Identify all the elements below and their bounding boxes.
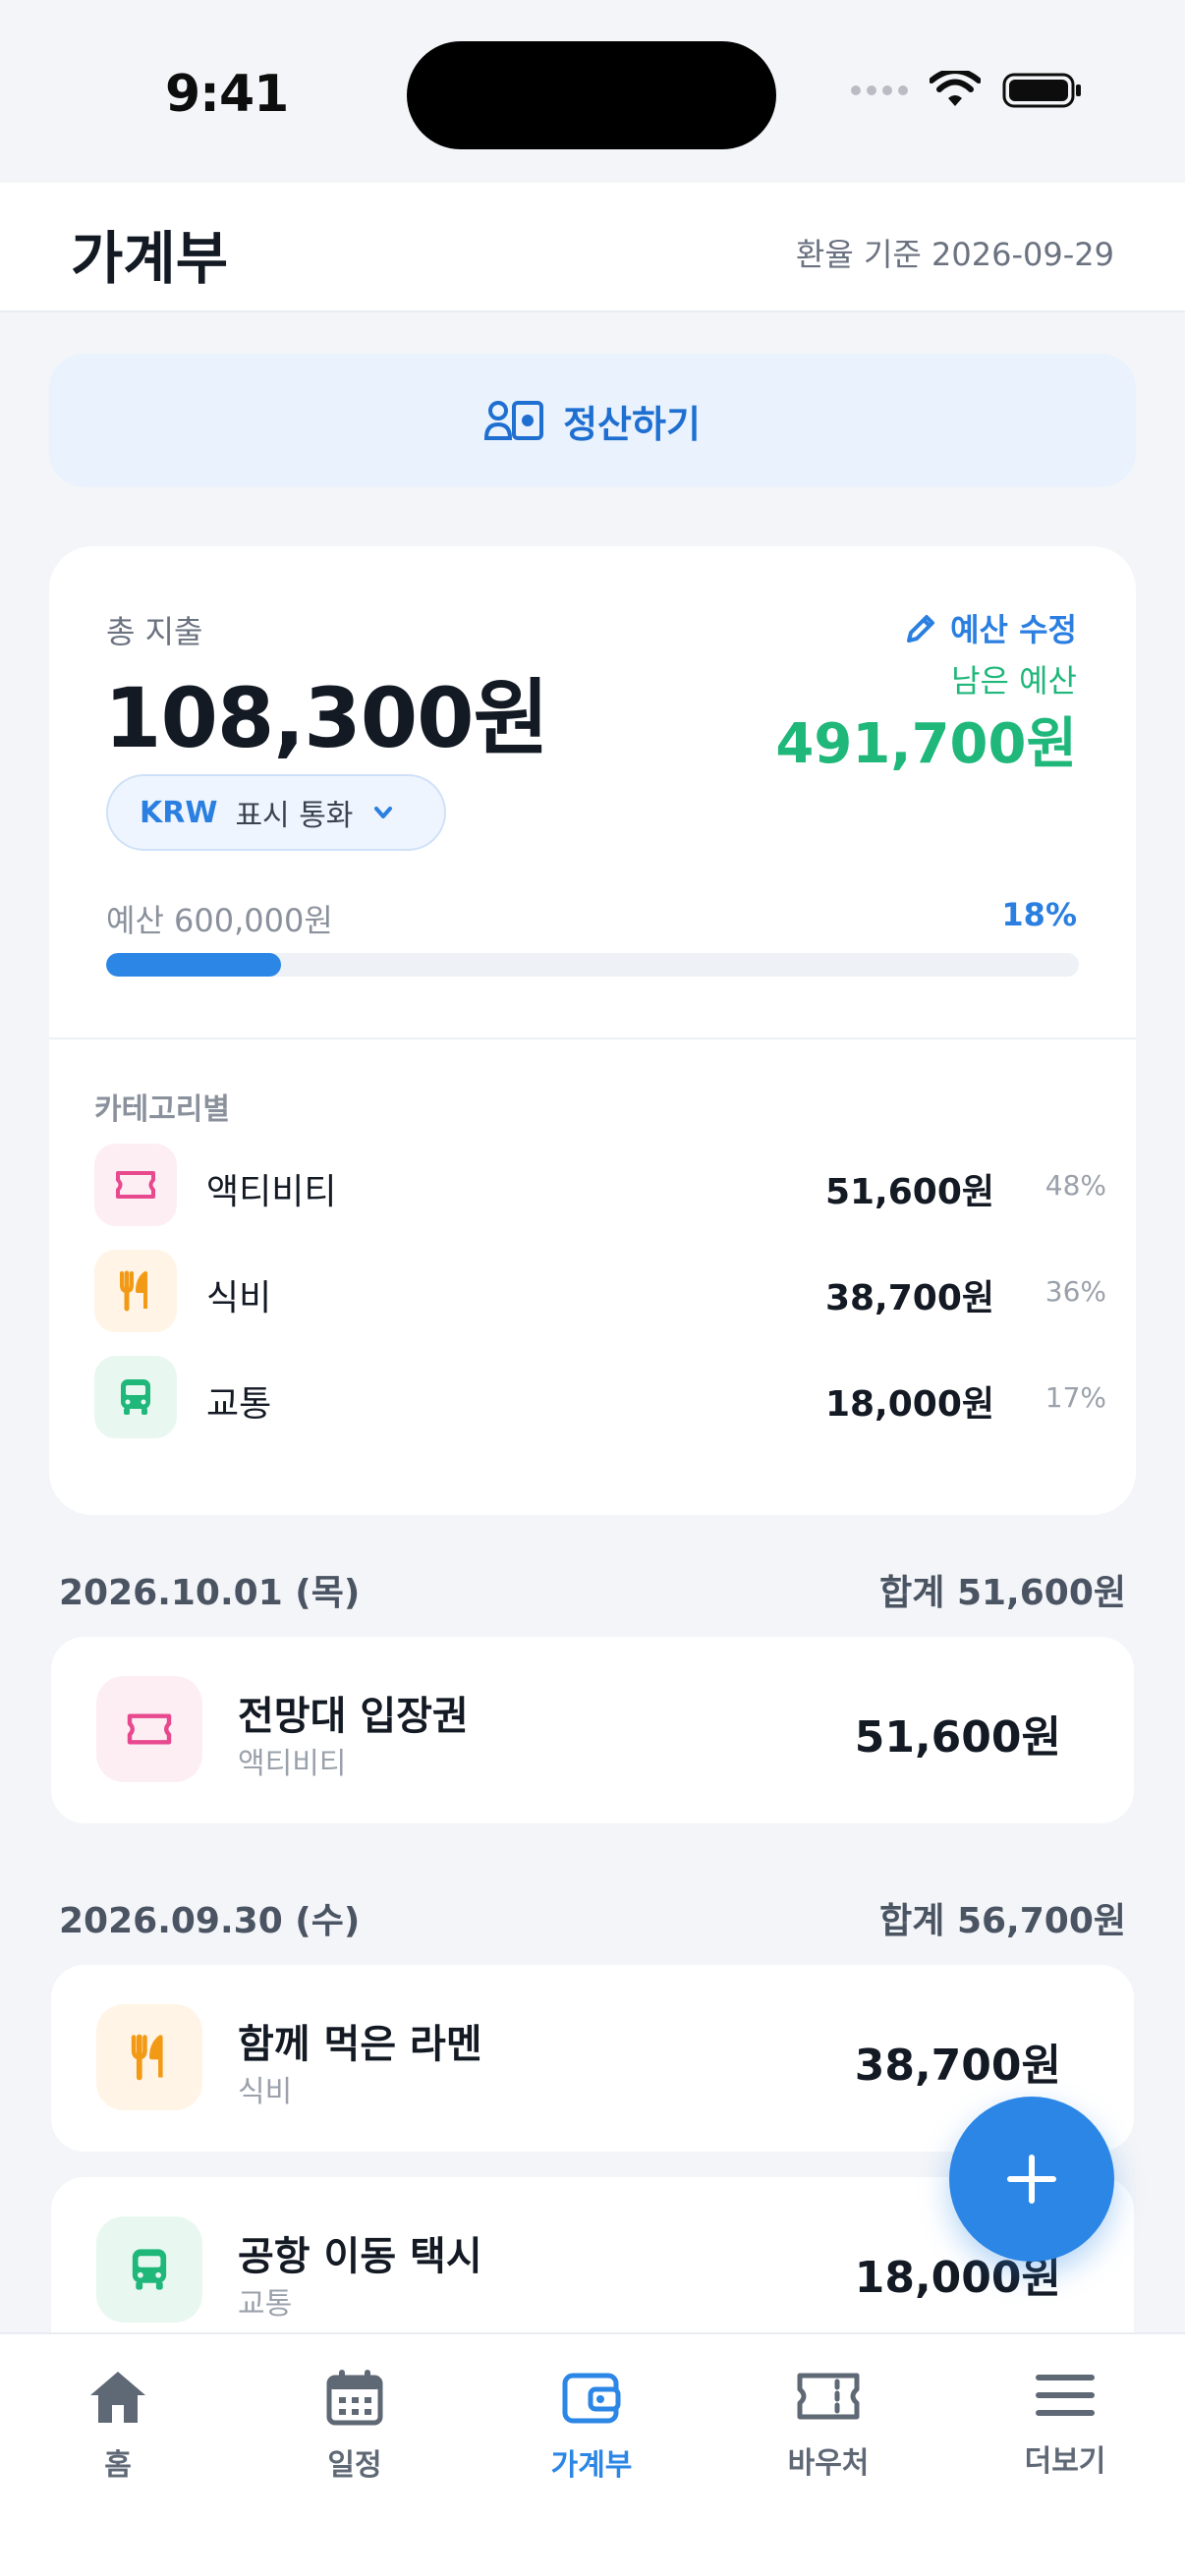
transaction-category: 액티비티: [238, 1747, 347, 1781]
wallet-icon: [562, 2373, 621, 2424]
edit-budget-label: 예산 수정: [950, 611, 1077, 648]
settle-button-label: 정산하기: [563, 402, 701, 446]
page-title: 가계부: [71, 225, 229, 292]
edit-budget-button[interactable]: 예산 수정: [905, 605, 1077, 650]
app-header: 가계부 환율 기준 2026-09-29: [0, 183, 1185, 312]
bottom-tab-bar: 홈 일정 가계부 바우처 더보기: [0, 2332, 1185, 2576]
wifi-icon: [930, 71, 981, 106]
transaction-title: 전망대 입장권: [238, 1694, 469, 1739]
category-amount: 38,700원: [824, 1278, 994, 1318]
budget-total-label: 예산 600,000원: [106, 902, 333, 939]
category-percent: 17%: [1044, 1381, 1106, 1414]
day-total: 합계 51,600원: [879, 1573, 1126, 1613]
calendar-icon: [326, 2370, 383, 2426]
bus-icon: [94, 1356, 177, 1438]
fork-knife-icon: [94, 1250, 177, 1332]
pencil-icon: [907, 615, 935, 643]
day-date: 2026.10.01 (목): [59, 1573, 361, 1613]
budget-progress-fill: [106, 953, 282, 977]
total-spending-label: 총 지출: [106, 613, 203, 650]
budget-progress-bar: [106, 953, 1079, 977]
category-amount: 51,600원: [824, 1172, 994, 1212]
menu-icon: [1036, 2375, 1095, 2416]
ticket-icon: [96, 1676, 202, 1782]
day-header: 2026.10.01 (목) 합계 51,600원: [59, 1564, 1126, 1613]
category-row-food[interactable]: 식비 38,700원 36%: [94, 1250, 1106, 1332]
display-currency-selector[interactable]: KRW 표시 통화: [106, 774, 446, 851]
category-row-transport[interactable]: 교통 18,000원 17%: [94, 1356, 1106, 1438]
tab-schedule[interactable]: 일정: [256, 2368, 453, 2505]
chevron-down-icon: [374, 807, 393, 818]
tab-label: 바우처: [787, 2446, 870, 2481]
transaction-amount: 38,700원: [854, 2041, 1061, 2091]
exchange-rate-note: 환율 기준 2026-09-29: [795, 236, 1114, 273]
battery-icon: [1002, 73, 1081, 108]
settlement-icon: [484, 401, 544, 440]
total-spending-amount: 108,300원: [104, 670, 549, 766]
tab-label: 가계부: [550, 2448, 633, 2483]
category-amount: 18,000원: [824, 1384, 994, 1425]
day-date: 2026.09.30 (수): [59, 1901, 361, 1941]
tab-label: 더보기: [1024, 2444, 1106, 2479]
home-icon: [90, 2372, 145, 2423]
tab-more[interactable]: 더보기: [967, 2368, 1163, 2505]
transaction-category: 교통: [238, 2287, 293, 2322]
day-total: 합계 56,700원: [879, 1901, 1126, 1941]
divider: [49, 1037, 1136, 1039]
transaction-category: 식비: [238, 2075, 293, 2109]
category-percent: 48%: [1044, 1169, 1106, 1202]
transaction-amount: 51,600원: [854, 1712, 1061, 1763]
status-indicators: [851, 71, 1083, 110]
add-expense-button[interactable]: [949, 2097, 1114, 2262]
bus-icon: [96, 2216, 202, 2323]
cellular-signal-icon: [851, 85, 908, 95]
tab-home[interactable]: 홈: [20, 2368, 216, 2505]
voucher-icon: [797, 2373, 860, 2420]
category-name: 식비: [206, 1278, 272, 1318]
day-header: 2026.09.30 (수) 합계 56,700원: [59, 1892, 1126, 1941]
budget-used-percent: 18%: [1001, 896, 1077, 933]
currency-code: KRW: [140, 795, 218, 830]
currency-label: 표시 통화: [235, 799, 354, 833]
dynamic-island: [407, 41, 776, 149]
category-name: 교통: [206, 1384, 272, 1425]
spending-summary-card: 총 지출 108,300원 예산 수정 남은 예산 491,700원 KRW 표…: [49, 546, 1136, 1515]
category-percent: 36%: [1044, 1275, 1106, 1308]
status-time: 9:41: [165, 65, 289, 124]
settle-button[interactable]: 정산하기: [49, 354, 1136, 487]
fork-knife-icon: [96, 2004, 202, 2110]
tab-voucher[interactable]: 바우처: [730, 2368, 927, 2505]
remaining-budget-amount: 491,700원: [775, 712, 1077, 776]
transaction-item[interactable]: 전망대 입장권 액티비티 51,600원: [51, 1637, 1134, 1823]
plus-icon: [1007, 2155, 1056, 2204]
tab-budget[interactable]: 가계부: [493, 2368, 690, 2505]
transaction-title: 공항 이동 택시: [238, 2234, 482, 2279]
status-bar: 9:41: [0, 0, 1185, 183]
category-section-heading: 카테고리별: [94, 1092, 230, 1127]
tab-label: 일정: [327, 2448, 382, 2483]
tab-label: 홈: [104, 2448, 132, 2483]
remaining-budget-label: 남은 예산: [951, 662, 1077, 700]
ticket-icon: [94, 1144, 177, 1226]
category-name: 액티비티: [206, 1172, 337, 1212]
category-row-activity[interactable]: 액티비티 51,600원 48%: [94, 1144, 1106, 1226]
transaction-title: 함께 먹은 라멘: [238, 2022, 482, 2067]
